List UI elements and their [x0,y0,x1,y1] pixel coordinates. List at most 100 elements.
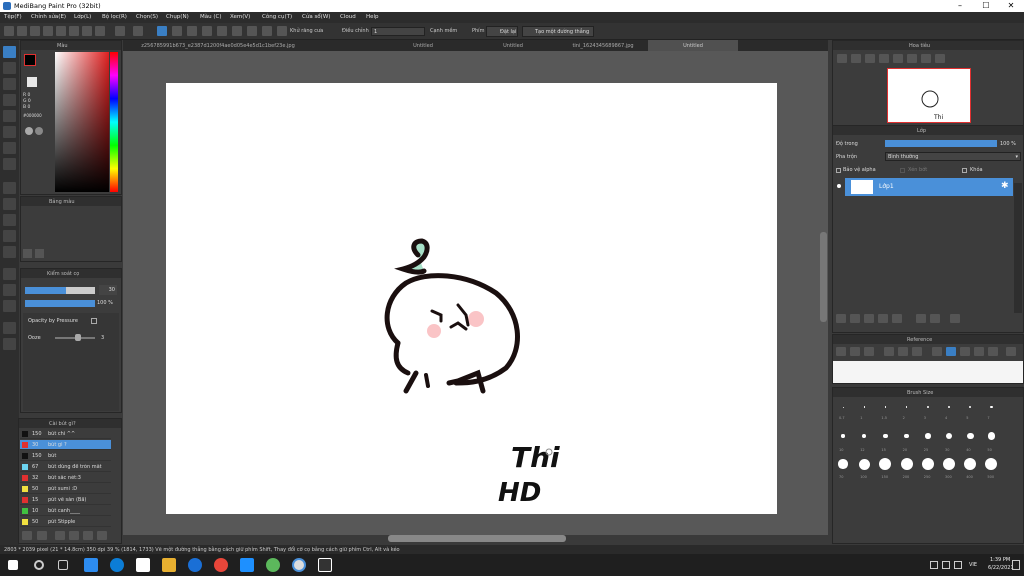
tab-untitled-active[interactable]: Untitled [648,40,738,51]
menu-window[interactable]: Cửa sổ(W) [302,14,330,20]
straight-line-button[interactable]: Tạo một đường thẳng [522,26,594,37]
transparent-swatch[interactable] [27,77,37,87]
brush-size-option[interactable] [943,458,955,470]
chrome-active-icon[interactable] [292,558,306,572]
new-halftone-layer-icon[interactable] [850,314,860,323]
search-icon[interactable] [34,560,44,570]
menu-filter[interactable]: Bộ lọc(R) [102,14,127,20]
upload-icon[interactable] [22,531,32,540]
chrome-icon[interactable] [214,558,228,572]
brush-size-option[interactable] [863,406,865,408]
language-indicator[interactable]: VIE [969,562,977,568]
brush-size-option[interactable] [842,406,844,408]
visibility-icon[interactable] [837,184,841,188]
zoom-app-icon[interactable] [84,558,98,572]
app-icon-green[interactable] [266,558,280,572]
select-pen-tool-icon[interactable] [3,230,16,242]
brush-size-option[interactable] [966,432,974,440]
bucket-tool-icon[interactable] [3,142,16,154]
ref-menu-icon[interactable] [1006,347,1016,356]
list-item[interactable]: 150 bút chì ^^ [20,429,111,439]
ref-open-icon[interactable] [850,347,860,356]
brush-size-option[interactable] [921,458,934,470]
list-icon[interactable] [95,26,105,36]
brush-size-option[interactable] [987,432,996,440]
list-item[interactable]: 10 bút canh____ [20,506,111,516]
close-button[interactable]: ✕ [998,0,1024,12]
horizontal-scrollbar[interactable] [388,535,566,542]
monitor-icon[interactable] [942,561,950,569]
magic-wand-tool-icon[interactable] [3,214,16,226]
actual-size-icon[interactable] [879,54,889,63]
list-item[interactable]: 150 bút [20,451,111,461]
rotate-left-icon[interactable] [893,54,903,63]
foreground-color-swatch[interactable] [24,54,36,66]
move-tool-icon[interactable] [3,110,16,122]
notification-icon[interactable] [1012,560,1020,570]
eraser-tool-icon[interactable] [3,62,16,74]
redo-icon[interactable] [133,26,143,36]
brush-size-slider[interactable] [25,287,95,294]
ref-eyedropper-icon[interactable] [932,347,942,356]
ref-zoom-out-icon[interactable] [898,347,908,356]
check-tool-icon[interactable] [3,94,16,106]
new-layer-icon[interactable] [836,314,846,323]
menu-select[interactable]: Chọn(S) [136,14,158,20]
ref-reset-icon[interactable] [988,347,998,356]
brush-size-option[interactable] [862,434,867,438]
list-item[interactable]: 50 pút Stipple [20,517,111,527]
ref-fit-icon[interactable] [912,347,922,356]
snap-parallel-icon[interactable] [172,26,182,36]
select-tool-icon[interactable] [3,182,16,194]
delete-layer-icon[interactable] [950,314,960,323]
delete-brush-icon[interactable] [97,531,107,540]
layer-folder-icon[interactable] [892,314,902,323]
edge-legacy-icon[interactable] [188,558,202,572]
brush-size-option[interactable] [858,458,870,470]
duplicate-layer-icon[interactable] [864,314,874,323]
clock-time[interactable]: 1:39 PM [990,557,1010,563]
brush-size-option[interactable] [838,459,848,469]
brush-size-option[interactable] [926,406,929,408]
hand-tool-icon[interactable] [3,338,16,350]
cloud-icon[interactable] [30,26,40,36]
divide-tool-icon[interactable] [3,300,16,312]
menu-layer[interactable]: Lớp(L) [74,14,91,20]
text-tool-icon[interactable] [3,268,16,280]
saturation-value-square[interactable] [55,52,109,192]
rotate-reset-icon[interactable] [907,54,917,63]
reset-button[interactable]: Đặt lại [486,26,518,37]
maximize-button[interactable]: ☐ [973,0,999,12]
folder-icon[interactable] [83,531,93,540]
new-icon[interactable] [17,26,27,36]
grid-icon[interactable] [69,26,79,36]
blend-mode-select[interactable]: Bình thường ▾ [885,152,1021,161]
menu-cloud[interactable]: Cloud [340,14,356,20]
brush-size-value[interactable]: 30 [99,285,117,295]
adjust-select[interactable]: 1 [371,27,425,36]
gradient-tool-icon[interactable] [3,158,16,170]
edge-icon[interactable] [110,558,124,572]
add-palette-icon[interactable] [23,249,32,258]
brush-tool-icon[interactable] [3,46,16,58]
home-icon[interactable] [4,26,14,36]
vertical-scrollbar[interactable] [820,232,827,322]
add-brush-icon[interactable] [37,531,47,540]
layer-settings-icon[interactable] [930,314,940,323]
brush-size-option[interactable] [883,433,888,439]
layer-opacity-slider[interactable] [885,140,997,147]
protect-alpha-checkbox[interactable] [836,168,841,173]
store-icon[interactable] [136,558,150,572]
menu-color[interactable]: Màu (C) [200,14,221,20]
tab-document[interactable]: z256785991b673_e2387d1200f4ae0d05e4e5d1c… [123,40,313,51]
ooze-slider-handle[interactable] [75,334,81,341]
brush-size-option[interactable] [884,406,887,408]
snap-radial-icon[interactable] [217,26,227,36]
list-item[interactable]: 30 bút gì ? [20,440,111,450]
snap-curve-icon[interactable] [247,26,257,36]
shape-tool-icon[interactable] [3,78,16,90]
list-item[interactable]: 15 pút vẽ sàn (Bẩ) [20,495,111,505]
file-explorer-icon[interactable] [162,558,176,572]
page-icon[interactable] [82,26,92,36]
snap-circle-icon[interactable] [232,26,242,36]
